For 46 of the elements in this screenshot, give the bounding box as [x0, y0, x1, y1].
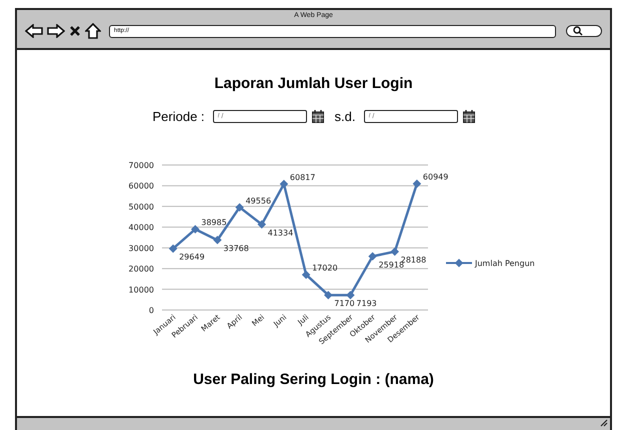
calendar-icon[interactable]	[312, 110, 324, 123]
data-label: 60817	[289, 173, 315, 182]
home-icon[interactable]	[85, 23, 101, 39]
data-label: 60949	[422, 172, 448, 182]
data-point	[279, 180, 288, 188]
axis-tick-label: 10000	[128, 285, 154, 294]
data-label: 7170	[334, 299, 354, 308]
data-label: 41334	[267, 228, 293, 238]
most-frequent-user-text: User Paling Sering Login : (nama)	[193, 371, 434, 388]
close-icon[interactable]	[69, 25, 81, 37]
forward-icon[interactable]	[47, 24, 65, 38]
axis-tick-label: 70000	[128, 161, 154, 170]
data-point	[346, 290, 354, 300]
legend-marker	[446, 258, 472, 268]
report-title: Laporan Jumlah User Login	[214, 75, 413, 92]
data-label: 17020	[312, 264, 338, 273]
legend-label: Jumlah Pengun	[474, 259, 534, 268]
data-label: 29649	[178, 252, 204, 262]
data-point	[324, 290, 332, 300]
data-label: 49556	[245, 196, 271, 206]
axis-tick-label: 0	[148, 306, 154, 315]
data-point	[234, 203, 244, 212]
back-icon[interactable]	[25, 24, 43, 38]
search-field[interactable]	[566, 25, 602, 37]
axis-tick-label: 50000	[128, 202, 154, 212]
data-label: 25918	[378, 260, 404, 270]
data-point	[301, 270, 310, 279]
period-label: Periode :	[152, 109, 205, 124]
axis-tick-label: 40000	[128, 223, 154, 232]
data-point	[257, 220, 266, 229]
calendar-icon[interactable]	[462, 110, 474, 123]
axis-tick-label: 30000	[128, 244, 154, 253]
data-point	[190, 225, 199, 234]
data-point	[412, 180, 421, 188]
data-point	[368, 252, 376, 261]
resize-grip-icon[interactable]	[600, 419, 608, 427]
data-label: 33768	[222, 244, 248, 254]
axis-tick-label: 20000	[128, 264, 154, 274]
data-point	[212, 236, 222, 244]
search-icon	[573, 26, 583, 36]
separator-label: s.d.	[334, 109, 356, 124]
data-label: 38985	[200, 218, 226, 228]
data-point	[168, 244, 177, 253]
data-point	[390, 247, 398, 256]
data-label: 7193	[356, 299, 376, 308]
axis-tick-label: 60000	[128, 182, 154, 191]
